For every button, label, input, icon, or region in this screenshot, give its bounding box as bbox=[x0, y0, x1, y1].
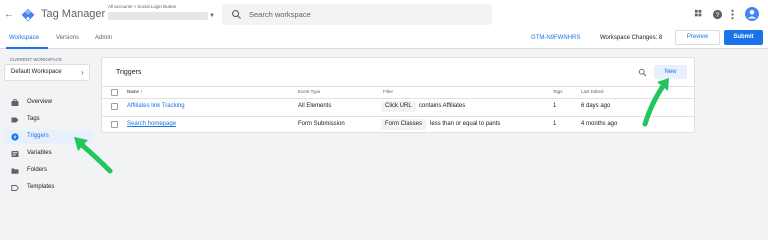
chevron-right-icon: › bbox=[81, 68, 84, 77]
divider bbox=[102, 86, 694, 87]
preview-button[interactable]: Preview bbox=[675, 30, 720, 45]
event-type: Form Submission bbox=[298, 121, 345, 127]
annotation-arrow-triggers bbox=[74, 137, 113, 174]
select-all-checkbox[interactable] bbox=[111, 89, 118, 96]
sidebar-item-label: Overview bbox=[27, 99, 53, 105]
tab-versions[interactable]: Versions bbox=[56, 35, 79, 41]
row-checkbox[interactable] bbox=[111, 121, 118, 128]
variables-icon bbox=[11, 151, 19, 157]
trigger-name-link[interactable]: Search homepage bbox=[127, 121, 176, 127]
sidebar-item-templates[interactable]: Templates bbox=[4, 181, 94, 195]
top-bar: ← Tag Manager All accounts > Social Logi… bbox=[0, 0, 768, 31]
help-icon[interactable]: ? bbox=[712, 9, 723, 20]
sidebar-item-label: Tags bbox=[27, 116, 40, 122]
trigger-name-link[interactable]: Affiliates link Tracking bbox=[127, 103, 185, 109]
workspace-changes: Workspace Changes: 8 bbox=[600, 35, 663, 41]
filter-variable-chip: Form Classes bbox=[381, 119, 427, 130]
trigger-icon bbox=[11, 133, 19, 141]
more-vert-icon[interactable] bbox=[727, 9, 738, 20]
app-title: Tag Manager bbox=[41, 8, 106, 20]
sidebar-item-tags[interactable]: Tags bbox=[4, 113, 94, 127]
sidebar-item-label: Templates bbox=[27, 184, 55, 190]
column-header-tags[interactable]: Tags bbox=[553, 89, 563, 94]
account-avatar-icon[interactable] bbox=[745, 7, 759, 21]
container-name-redacted[interactable] bbox=[108, 12, 208, 20]
arrow-left-icon[interactable]: ← bbox=[4, 9, 14, 20]
column-header-name[interactable]: Name ↑ bbox=[127, 89, 143, 94]
container-id[interactable]: GTM-N9FWNHRS bbox=[531, 35, 580, 41]
triggers-card: Triggers New Name ↑ Event Type Filter Ta… bbox=[101, 57, 695, 133]
current-workspace-label: CURRENT WORKSPACE bbox=[10, 57, 63, 62]
submit-button[interactable]: Submit bbox=[724, 30, 763, 45]
active-tab-indicator bbox=[6, 47, 48, 49]
tab-workspace[interactable]: Workspace bbox=[9, 35, 39, 41]
event-type: All Elements bbox=[298, 103, 332, 109]
workspace-selector[interactable]: Default Workspace › bbox=[4, 64, 90, 81]
filter-condition: less than or equal to pants bbox=[430, 121, 501, 127]
caret-down-icon[interactable]: ▼ bbox=[209, 13, 215, 19]
column-header-filter[interactable]: Filter bbox=[383, 89, 393, 94]
account-breadcrumb[interactable]: All accounts > Social Login Button bbox=[108, 4, 176, 9]
filter-variable-chip: Click URL bbox=[381, 101, 416, 112]
column-header-event-type[interactable]: Event Type bbox=[298, 89, 320, 94]
briefcase-icon bbox=[11, 99, 19, 106]
sidebar-item-label: Variables bbox=[27, 150, 52, 156]
filter-condition: contains Affiliates bbox=[419, 103, 466, 109]
sidebar-item-label: Triggers bbox=[27, 133, 49, 139]
tags-count: 1 bbox=[553, 103, 557, 109]
tag-manager-logo-icon bbox=[21, 8, 35, 22]
search-icon bbox=[232, 10, 242, 20]
last-edited: 6 days ago bbox=[581, 103, 611, 109]
template-icon bbox=[11, 185, 19, 191]
column-header-last-edited[interactable]: Last Edited bbox=[581, 89, 604, 94]
table-row[interactable]: Search homepage Form Submission Form Cla… bbox=[102, 117, 694, 133]
search-bar[interactable]: Search workspace bbox=[222, 4, 492, 25]
workspace-name: Default Workspace bbox=[11, 69, 62, 75]
apps-grid-icon[interactable] bbox=[694, 9, 705, 20]
search-input[interactable]: Search workspace bbox=[249, 10, 311, 19]
last-edited: 4 months ago bbox=[581, 121, 618, 127]
folder-icon bbox=[11, 168, 19, 174]
tags-count: 1 bbox=[553, 121, 557, 127]
svg-text:?: ? bbox=[716, 12, 720, 19]
annotation-arrow-new bbox=[642, 78, 669, 127]
workspace-subnav: Workspace Versions Admin GTM-N9FWNHRS Wo… bbox=[0, 31, 768, 49]
row-checkbox[interactable] bbox=[111, 103, 118, 110]
tab-admin[interactable]: Admin bbox=[95, 35, 112, 41]
card-title: Triggers bbox=[116, 69, 142, 76]
table-row[interactable]: Affiliates link Tracking All Elements Cl… bbox=[102, 99, 694, 115]
sidebar-item-overview[interactable]: Overview bbox=[4, 96, 94, 110]
sidebar-item-label: Folders bbox=[27, 167, 48, 173]
tag-icon bbox=[11, 117, 19, 123]
